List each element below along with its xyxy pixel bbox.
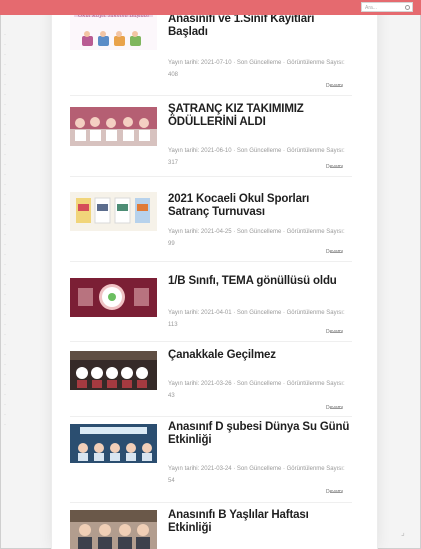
post-card[interactable]: Anasınıf D şubesi Dünya Su Günü Etkinliğ… <box>52 417 377 505</box>
post-thumbnail[interactable] <box>70 424 157 463</box>
post-title[interactable]: 1/B Sınıfı, TEMA gönüllüsü oldu <box>168 275 350 288</box>
post-title[interactable]: ŞATRANÇ KIZ TAKIMIMIZ ÖDÜLLERİNİ ALDI <box>168 103 350 129</box>
read-more-link[interactable]: Devamı <box>326 164 343 171</box>
main-content: Okul Kayıt Takvimi Başladı 2021-2022 Eği… <box>52 0 377 549</box>
post-card[interactable]: 2021 Kocaeli Okul Sporları Satranç Turnu… <box>52 178 377 263</box>
post-title[interactable]: Anasınıf D şubesi Dünya Su Günü Etkinliğ… <box>168 421 350 447</box>
read-more-link[interactable]: Devamı <box>326 489 343 496</box>
post-thumbnail[interactable] <box>70 107 157 146</box>
scroll-corner-icon[interactable]: ⌟ <box>401 529 409 537</box>
post-title[interactable]: Anasınıfı B Yaşlılar Haftası Etkinliği <box>168 509 350 535</box>
tema-certificate-image <box>70 278 157 317</box>
read-more-link[interactable]: Devamı <box>326 249 343 256</box>
read-more-link[interactable]: Devamı <box>326 83 343 90</box>
divider <box>70 176 352 177</box>
canakkale-event-image <box>70 351 157 390</box>
post-thumbnail[interactable]: Okul Kayıt Takvimi Başladı <box>70 12 157 50</box>
divider <box>70 502 352 503</box>
post-card[interactable]: Çanakkale Geçilmez Yayın tarihi: 2021-03… <box>52 342 377 417</box>
post-meta: Yayın tarihi: 2021-04-25 · Son Güncellem… <box>168 229 345 247</box>
post-card[interactable]: Anasınıfı B Yaşlılar Haftası Etkinliği <box>52 505 377 549</box>
post-title[interactable]: 2021 Kocaeli Okul Sporları Satranç Turnu… <box>168 193 350 219</box>
post-thumbnail[interactable] <box>70 278 157 317</box>
elderly-week-event-image <box>70 510 157 549</box>
chess-team-photo <box>70 107 157 146</box>
post-thumbnail[interactable] <box>70 510 157 549</box>
post-meta: Yayın tarihi: 2021-04-01 · Son Güncellem… <box>168 310 345 328</box>
search-input[interactable]: Ara... <box>361 2 413 12</box>
tournament-certificates-image <box>70 192 157 231</box>
divider <box>70 95 352 96</box>
post-meta: Yayın tarihi: 2021-06-10 · Son Güncellem… <box>168 148 345 166</box>
divider <box>70 261 352 262</box>
post-thumbnail[interactable] <box>70 351 157 390</box>
water-day-event-image <box>70 424 157 463</box>
post-title[interactable]: Çanakkale Geçilmez <box>168 349 350 362</box>
post-meta: Yayın tarihi: 2021-03-24 · Son Güncellem… <box>168 466 345 484</box>
post-meta: Yayın tarihi: 2021-03-26 · Son Güncellem… <box>168 381 345 399</box>
top-bar: Ara... <box>0 0 421 15</box>
post-card[interactable]: ŞATRANÇ KIZ TAKIMIMIZ ÖDÜLLERİNİ ALDI Ya… <box>52 98 377 178</box>
left-margin-markers: · · · · · · · · · · · · · · · · · · · · · · · · · · · · · · · · · · · · · · · · <box>4 32 6 428</box>
read-more-link[interactable]: Devamı <box>326 329 343 336</box>
read-more-link[interactable]: Devamı <box>326 405 343 412</box>
post-thumbnail[interactable] <box>70 192 157 231</box>
post-card[interactable]: 1/B Sınıfı, TEMA gönüllüsü oldu Yayın ta… <box>52 263 377 342</box>
post-meta: Yayın tarihi: 2021-07-10 · Son Güncellem… <box>168 60 345 78</box>
